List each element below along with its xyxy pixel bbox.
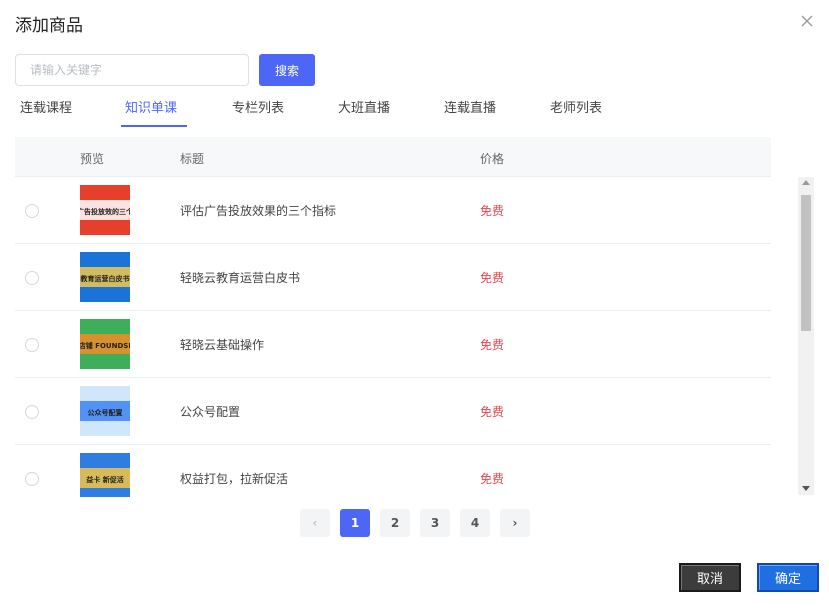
row-select-radio[interactable] bbox=[25, 405, 39, 419]
row-select-radio[interactable] bbox=[25, 338, 39, 352]
tab-column-list[interactable]: 专栏列表 bbox=[232, 97, 284, 116]
tab-serial-live[interactable]: 连载直播 bbox=[444, 97, 496, 116]
page-2-button[interactable]: 2 bbox=[380, 509, 410, 537]
row-select-radio[interactable] bbox=[25, 204, 39, 218]
table-row[interactable]: 公众号配置 公众号配置 免费 bbox=[15, 378, 771, 445]
next-page-button[interactable]: › bbox=[500, 509, 530, 537]
column-header-preview: 预览 bbox=[80, 152, 105, 166]
cancel-button[interactable]: 取消 bbox=[679, 563, 741, 592]
scrollbar-thumb[interactable] bbox=[801, 195, 811, 331]
row-title: 公众号配置 bbox=[180, 405, 241, 419]
column-header-title: 标题 bbox=[180, 152, 205, 166]
table-row[interactable]: 创建店铺 FOUNDSHOP 轻晓云基础操作 免费 bbox=[15, 311, 771, 378]
table-scrollbar[interactable] bbox=[798, 177, 814, 495]
thumbnail-text: 创建店铺 FOUNDSHOP bbox=[80, 341, 130, 350]
prev-page-button[interactable]: ‹ bbox=[300, 509, 330, 537]
thumbnail-text: 教育运营白皮书 bbox=[80, 274, 130, 283]
tab-serial-course[interactable]: 连载课程 bbox=[20, 97, 72, 116]
page-3-button[interactable]: 3 bbox=[420, 509, 450, 537]
row-title: 轻晓云基础操作 bbox=[180, 338, 265, 352]
table-body: 评估广告投放效的三个指标评估广告投放效果的三个指标免费教育运营白皮书轻晓云教育运… bbox=[15, 177, 771, 497]
row-title: 轻晓云教育运营白皮书 bbox=[180, 271, 301, 285]
confirm-button[interactable]: 确定 bbox=[757, 563, 819, 592]
row-thumbnail: 益卡 新促活 bbox=[80, 453, 130, 497]
page-4-button[interactable]: 4 bbox=[460, 509, 490, 537]
dialog-title: 添加商品 bbox=[15, 16, 83, 36]
close-icon[interactable] bbox=[798, 12, 816, 30]
row-price: 免费 bbox=[480, 338, 505, 352]
product-table: 预览 标题 价格 评估广告投放效的三个指标评估广告投放效果的三个指标免费教育运营… bbox=[15, 137, 771, 497]
tab-class-live[interactable]: 大班直播 bbox=[338, 97, 390, 116]
row-title: 评估广告投放效果的三个指标 bbox=[180, 204, 337, 218]
row-select-radio[interactable] bbox=[25, 271, 39, 285]
search-button[interactable]: 搜索 bbox=[259, 54, 315, 86]
thumbnail-text: 益卡 新促活 bbox=[86, 475, 123, 484]
tab-bar: 连载课程 知识单课 专栏列表 大班直播 连载直播 老师列表 bbox=[0, 90, 829, 130]
scroll-down-arrow-icon[interactable] bbox=[802, 486, 810, 491]
row-price: 免费 bbox=[480, 271, 505, 285]
thumbnail-text: 公众号配置 bbox=[88, 408, 123, 417]
table-row[interactable]: 评估广告投放效的三个指标 评估广告投放效果的三个指标 免费 bbox=[15, 177, 771, 244]
row-thumbnail: 评估广告投放效的三个指标 bbox=[80, 185, 130, 235]
column-header-price: 价格 bbox=[480, 152, 505, 166]
active-tab-indicator bbox=[121, 125, 187, 127]
scroll-up-arrow-icon[interactable] bbox=[802, 180, 810, 185]
row-price: 免费 bbox=[480, 472, 505, 486]
tab-teacher-list[interactable]: 老师列表 bbox=[550, 97, 602, 116]
row-thumbnail: 教育运营白皮书 bbox=[80, 252, 130, 302]
row-select-radio[interactable] bbox=[25, 472, 39, 486]
thumbnail-text: 评估广告投放效的三个指标 bbox=[80, 207, 130, 216]
row-title: 权益打包，拉新促活 bbox=[180, 472, 289, 486]
row-thumbnail: 创建店铺 FOUNDSHOP bbox=[80, 319, 130, 369]
row-thumbnail: 公众号配置 bbox=[80, 386, 130, 436]
table-row[interactable]: 教育运营白皮书 轻晓云教育运营白皮书 免费 bbox=[15, 244, 771, 311]
search-input[interactable] bbox=[15, 54, 249, 86]
tab-knowledge-single[interactable]: 知识单课 bbox=[125, 97, 177, 116]
table-row[interactable]: 益卡 新促活 权益打包，拉新促活 免费 bbox=[15, 445, 771, 497]
table-header: 预览 标题 价格 bbox=[15, 137, 771, 177]
row-price: 免费 bbox=[480, 405, 505, 419]
page-1-button[interactable]: 1 bbox=[340, 509, 370, 537]
row-price: 免费 bbox=[480, 204, 505, 218]
